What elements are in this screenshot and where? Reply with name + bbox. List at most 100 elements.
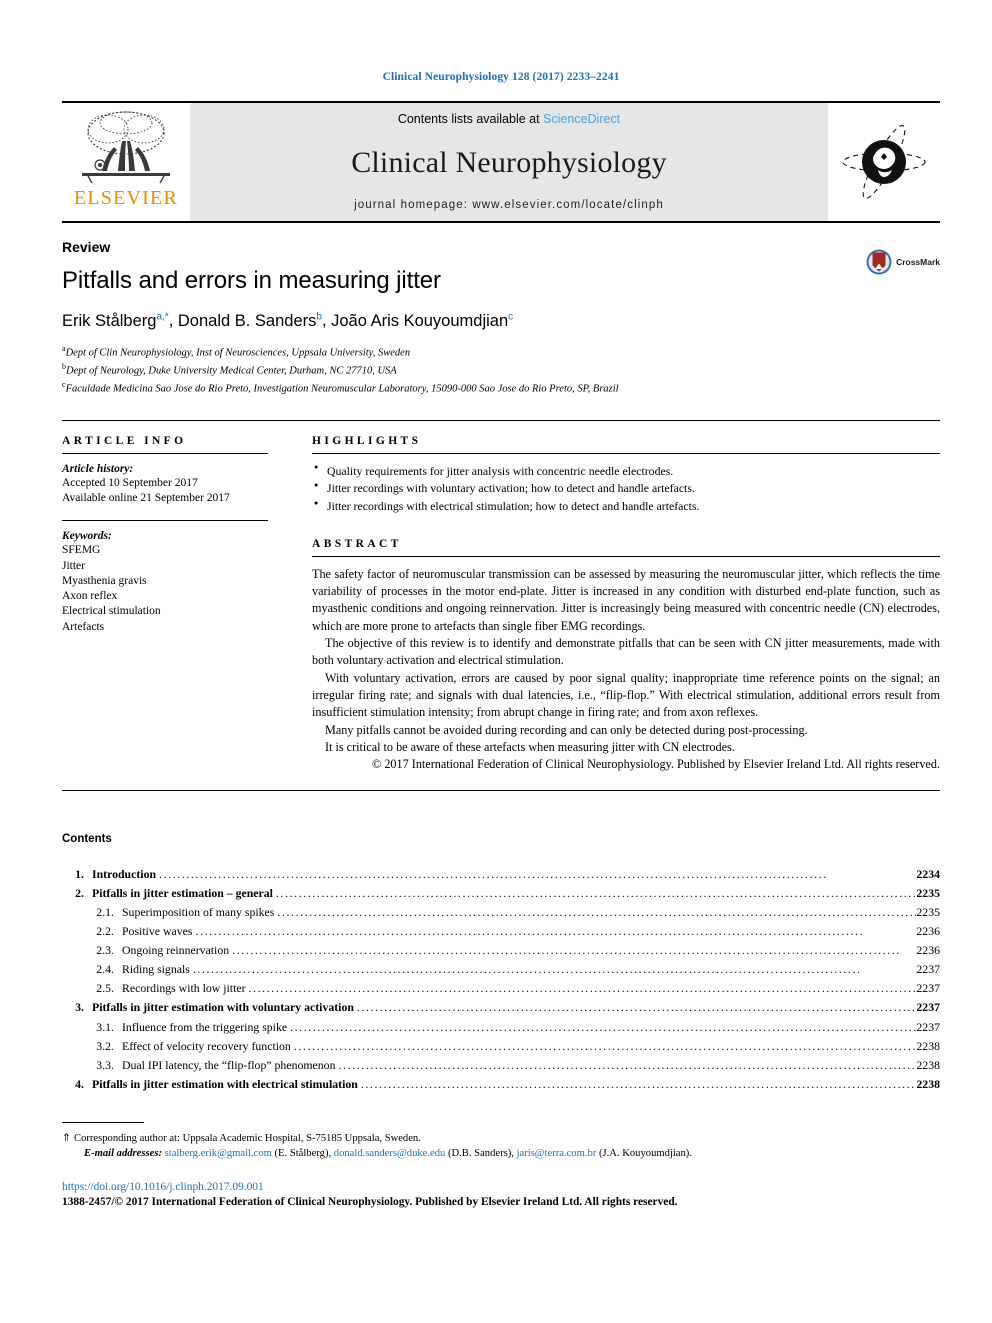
toc-number: 3.3. [96, 1057, 114, 1072]
toc-leader: ........................................… [293, 1038, 917, 1053]
toc-row[interactable]: 3. Pitfalls in jitter estimation with vo… [62, 998, 940, 1017]
toc-label: Recordings with low jitter [122, 981, 246, 996]
toc-page-number: 2238 [916, 1057, 940, 1072]
document-type: Review [62, 239, 111, 255]
info-abstract-region: ARTICLE INFO Article history: Accepted 1… [62, 435, 940, 774]
toc-leader: ........................................… [232, 943, 901, 958]
affiliation-item: bDept of Neurology, Duke University Medi… [62, 361, 940, 379]
toc-leader: ........................................… [195, 924, 865, 939]
abstract-paragraph: It is critical to be aware of these arte… [325, 740, 735, 755]
toc-leader: ........................................… [159, 866, 828, 881]
article-history-label: Article history: [62, 462, 134, 475]
article-info-heading: ARTICLE INFO [62, 434, 187, 447]
elsevier-wordmark: ELSEVIER [73, 187, 179, 209]
toc-row[interactable]: 3.3. Dual IPI latency, the “flip-flop” p… [62, 1056, 940, 1075]
email-link[interactable]: jaris@terra.com.br [517, 1148, 597, 1159]
title-bottom-rule [62, 419, 940, 421]
running-head: Clinical Neurophysiology 128 (2017) 2233… [382, 71, 620, 83]
elsevier-tree-icon [82, 111, 170, 184]
toc-number: 3. [75, 1000, 84, 1015]
toc-number: 2.1. [96, 904, 114, 919]
affiliation-item: cFaculdade Medicina Sao Jose do Rio Pret… [62, 379, 940, 397]
toc-row[interactable]: 2.2. Positive waves ....................… [62, 922, 940, 941]
highlight-item: Jitter recordings with electrical stimul… [312, 498, 940, 516]
toc-label: Effect of velocity recovery function [122, 1038, 291, 1053]
toc-row[interactable]: 2.5. Recordings with low jitter ........… [62, 979, 940, 998]
abstract-block: ABSTRACT The safety factor of neuromuscu… [312, 538, 940, 774]
highlights-heading: HIGHLIGHTS [312, 434, 422, 447]
affiliation-text: Dept of Neurology, Duke University Medic… [66, 365, 397, 377]
toc-page-number: 2235 [916, 885, 940, 900]
affiliation-text: Faculdade Medicina Sao Jose do Rio Preto… [65, 383, 619, 395]
affiliation-list: aDept of Clin Neurophysiology, Inst of N… [62, 343, 940, 398]
journal-article-first-page: Clinical Neurophysiology 128 (2017) 2233… [0, 0, 992, 1323]
doi-link[interactable]: https://doi.org/10.1016/j.clinph.2017.09… [62, 1180, 940, 1195]
journal-homepage-link[interactable]: journal homepage: www.elsevier.com/locat… [354, 199, 664, 211]
abstract-rule [312, 555, 940, 557]
abstract-body: The safety factor of neuromuscular trans… [312, 566, 940, 774]
toc-row[interactable]: 1. Introduction ........................… [62, 865, 940, 884]
masthead-center: Contents lists available at ScienceDirec… [190, 103, 828, 221]
crossmark-badge[interactable]: CrossMark [866, 249, 940, 275]
toc-page-number: 2237 [916, 1019, 940, 1034]
author-list: Erik Stålberga,*, Donald B. Sandersb, Jo… [62, 311, 940, 331]
toc-row[interactable]: 3.2. Effect of velocity recovery functio… [62, 1037, 940, 1056]
toc-label: Ongoing reinnervation [122, 943, 230, 958]
toc-number: 1. [75, 866, 84, 881]
journal-masthead: ELSEVIER Contents lists available at Sci… [62, 101, 940, 221]
email-separator: , [328, 1148, 332, 1160]
author-name: Donald B. Sanders [177, 311, 317, 330]
toc-label: Riding signals [122, 962, 190, 977]
abstract-heading: ABSTRACT [312, 537, 402, 550]
email-addresses-label: E-mail addresses: [84, 1148, 162, 1160]
author-entry: Erik Stålberga,* [62, 311, 169, 330]
contents-available-prefix: Contents lists available at [397, 112, 544, 126]
corresponding-author-marker: ⇑ [62, 1133, 71, 1145]
elsevier-logo: ELSEVIER [62, 103, 190, 221]
toc-row[interactable]: 2.3. Ongoing reinnervation .............… [62, 941, 940, 960]
toc-label: Dual IPI latency, the “flip-flop” phenom… [122, 1057, 336, 1072]
toc-leader: ........................................… [290, 1019, 917, 1034]
author-mark: c [508, 311, 514, 322]
toc-row[interactable]: 4. Pitfalls in jitter estimation with el… [62, 1075, 940, 1094]
toc-leader: ........................................… [338, 1057, 917, 1072]
toc-row[interactable]: 3.1. Influence from the triggering spike… [62, 1018, 940, 1037]
toc-number: 4. [75, 1076, 84, 1091]
toc-page-number: 2235 [916, 904, 940, 919]
toc-number: 2.2. [96, 924, 114, 939]
author-entry: Donald B. Sandersb [177, 311, 322, 330]
email-owner: (D.B. Sanders) [447, 1148, 512, 1160]
toc-page-number: 2236 [916, 943, 940, 958]
toc-label: Positive waves [122, 924, 193, 939]
toc-number: 3.1. [96, 1019, 114, 1034]
sciencedirect-link[interactable]: ScienceDirect [543, 112, 620, 126]
email-owner: (J.A. Kouyoumdjian) [598, 1148, 690, 1160]
email-link[interactable]: donald.sanders@duke.edu [334, 1148, 446, 1159]
toc-label: Pitfalls in jitter estimation with volun… [92, 1000, 354, 1015]
toc-row[interactable]: 2.1. Superimposition of many spikes ....… [62, 903, 940, 922]
toc-page-number: 2238 [916, 1076, 940, 1091]
highlight-item: Jitter recordings with voluntary activat… [312, 480, 940, 498]
article-info-rule [62, 452, 268, 454]
issn-copyright-line: 1388-2457/© 2017 International Federatio… [62, 1196, 678, 1209]
abstract-paragraph: The safety factor of neuromuscular trans… [312, 566, 940, 633]
keyword-item: SFEMG [62, 544, 101, 557]
toc-page-number: 2238 [916, 1038, 940, 1053]
toc-label: Superimposition of many spikes [122, 904, 275, 919]
toc-page-number: 2237 [916, 1000, 940, 1015]
toc-number: 3.2. [96, 1038, 114, 1053]
toc-leader: ........................................… [356, 1000, 917, 1015]
toc-leader: ........................................… [192, 962, 862, 977]
toc-leader: ........................................… [277, 904, 917, 919]
toc-label: Pitfalls in jitter estimation – general [92, 885, 273, 900]
toc-row[interactable]: 2. Pitfalls in jitter estimation – gener… [62, 884, 940, 903]
keywords-label: Keywords: [62, 530, 112, 543]
email-link[interactable]: stalberg.erik@gmail.com [165, 1148, 272, 1159]
toc-row[interactable]: 2.4. Riding signals ....................… [62, 960, 940, 979]
keyword-item: Jitter [62, 559, 85, 572]
highlights-abstract-column: HIGHLIGHTS Quality requirements for jitt… [294, 435, 940, 774]
author-name: João Aris Kouyoumdjian [331, 311, 509, 330]
author-separator: , [321, 311, 332, 330]
journal-title: Clinical Neurophysiology [351, 145, 667, 179]
